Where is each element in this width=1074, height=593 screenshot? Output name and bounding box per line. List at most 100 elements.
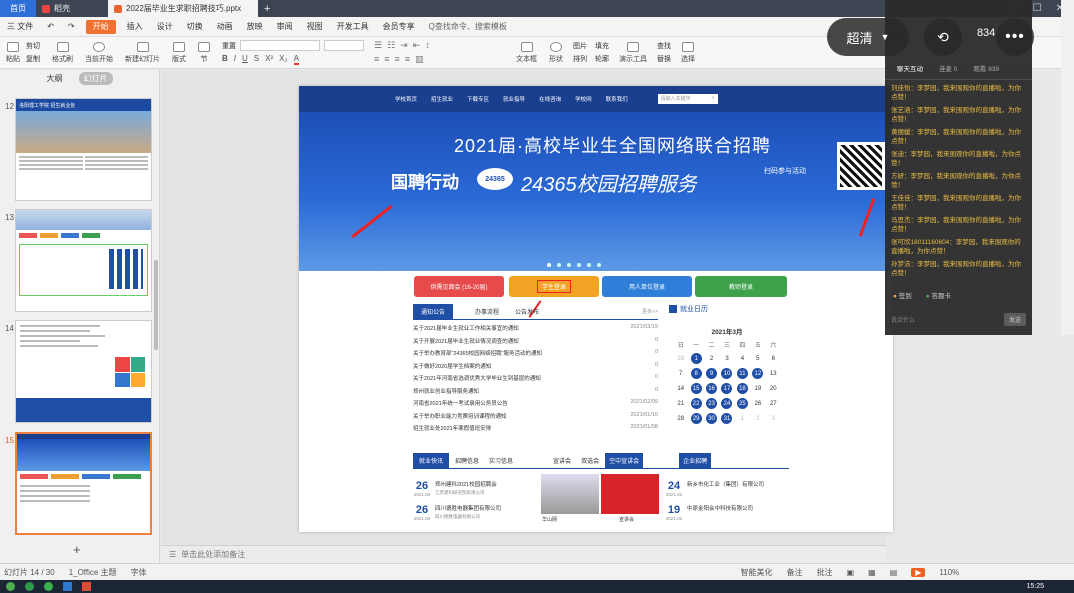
- notice-item[interactable]: 郑州就业创业指导服务通知 0: [413, 387, 658, 395]
- menu-insert[interactable]: 插入: [120, 17, 150, 37]
- calendar-day[interactable]: 11: [736, 368, 748, 379]
- site-search-box[interactable]: 请输入关键字 ⌕: [657, 94, 718, 104]
- calendar-day[interactable]: 27: [768, 398, 779, 409]
- align-left-icon[interactable]: ≡: [374, 54, 379, 65]
- fill-button[interactable]: 填充: [595, 41, 609, 51]
- wechat-icon[interactable]: [44, 582, 53, 591]
- tab-jobs[interactable]: 招聘信息: [451, 453, 483, 468]
- paste-button[interactable]: 粘贴: [0, 37, 26, 69]
- font-color-icon[interactable]: A: [293, 54, 299, 65]
- calendar-day[interactable]: 31: [721, 413, 733, 424]
- line-spacing-icon[interactable]: ↕: [425, 40, 430, 51]
- employer-login-button[interactable]: 用人单位登录: [602, 276, 692, 297]
- menu-animation[interactable]: 动画: [210, 17, 240, 37]
- format-painter-button[interactable]: 格式刷: [46, 37, 79, 69]
- calendar-day[interactable]: 2: [752, 413, 763, 424]
- add-slide-button[interactable]: +: [73, 542, 81, 557]
- menu-start[interactable]: 开始: [85, 19, 116, 34]
- reading-view-icon[interactable]: ▤: [890, 568, 898, 577]
- nav-item[interactable]: 在线咨询: [539, 95, 561, 103]
- news-item[interactable]: 26 2021.03 郑州建科2021校园招聘会 江苏建科研究院有限公司: [413, 480, 497, 497]
- calendar-day[interactable]: 12: [752, 368, 764, 379]
- send-button[interactable]: 发送: [1003, 312, 1026, 326]
- calendar-day[interactable]: 3: [768, 413, 779, 424]
- shape-button[interactable]: 形状: [543, 37, 569, 69]
- redo-icon[interactable]: ↷: [61, 17, 82, 37]
- calendar-day[interactable]: 17: [721, 383, 733, 394]
- nav-item[interactable]: 学校首页: [395, 95, 417, 103]
- carousel-dots[interactable]: [547, 263, 601, 267]
- calendar-day[interactable]: 5: [752, 353, 763, 364]
- font-family-select[interactable]: [240, 40, 320, 51]
- nav-item[interactable]: 就业指导: [503, 95, 525, 103]
- calendar-day[interactable]: 14: [675, 383, 686, 394]
- calendar-day[interactable]: 3: [721, 353, 732, 364]
- rotate-button[interactable]: ⟲: [924, 18, 962, 56]
- tab-home[interactable]: 首页: [0, 0, 36, 17]
- slide-thumbnail-13[interactable]: [15, 209, 152, 312]
- panel-scrollbar[interactable]: [154, 260, 158, 350]
- normal-view-icon[interactable]: ▣: [847, 568, 855, 577]
- menu-view[interactable]: 视图: [300, 17, 330, 37]
- tab-notice[interactable]: 通知公告: [413, 304, 454, 319]
- nav-item[interactable]: 招生就业: [431, 95, 453, 103]
- tab-internship[interactable]: 实习信息: [485, 453, 517, 468]
- chat-scrollbar[interactable]: [1061, 0, 1074, 335]
- command-search[interactable]: Q查找命令、搜索模板: [422, 17, 514, 37]
- tab-mic[interactable]: 连麦 0: [939, 63, 957, 73]
- nav-item[interactable]: 学校网: [575, 95, 592, 103]
- company-item[interactable]: 24 2021.03 新乡市化工业（集团）有限公司: [665, 480, 764, 497]
- superscript-icon[interactable]: X²: [265, 54, 273, 65]
- calendar-day[interactable]: 1: [690, 353, 702, 364]
- wps-icon[interactable]: [82, 582, 91, 591]
- tab-fair[interactable]: 双选会: [577, 453, 603, 468]
- more-options-button[interactable]: •••: [996, 18, 1034, 56]
- menu-transition[interactable]: 切换: [180, 17, 210, 37]
- sign-in-button[interactable]: ● 签到: [893, 290, 912, 300]
- tab-process[interactable]: 办事流程: [467, 304, 507, 319]
- sorter-view-icon[interactable]: ▦: [868, 568, 876, 577]
- app-icon[interactable]: [63, 582, 72, 591]
- notice-item[interactable]: 关于举办教育部“24365校园网络招聘”服务活动的通知 0: [413, 349, 658, 357]
- calendar-day[interactable]: 28: [675, 413, 686, 424]
- slide-thumbnail-14[interactable]: [15, 320, 152, 423]
- comments-toggle-button[interactable]: 批注: [817, 567, 833, 578]
- bullets-icon[interactable]: ☰: [374, 40, 382, 51]
- calendar-day[interactable]: 4: [737, 353, 748, 364]
- columns-icon[interactable]: ▥: [415, 54, 424, 65]
- chat-input[interactable]: 说点什么: [891, 315, 915, 324]
- presentation-tools-button[interactable]: 演示工具: [613, 37, 653, 69]
- find-button[interactable]: 查找: [657, 41, 671, 51]
- calendar-day[interactable]: 24: [721, 398, 733, 409]
- company-item[interactable]: 19 2021.03 中原金阳会中科技有限公司: [665, 504, 753, 521]
- align-right-icon[interactable]: ≡: [395, 54, 400, 65]
- tab-talks[interactable]: 宣讲会: [549, 453, 575, 468]
- tab-announce[interactable]: 公告发布: [507, 304, 547, 319]
- calendar-day[interactable]: 1: [737, 413, 748, 424]
- select-button[interactable]: 选择: [675, 37, 701, 69]
- calendar-day[interactable]: 26: [752, 398, 763, 409]
- strikethrough-icon[interactable]: S: [254, 54, 259, 65]
- more-link[interactable]: 更多>>: [642, 308, 658, 315]
- quality-selector[interactable]: 超清 ▼: [827, 18, 909, 56]
- calendar-day[interactable]: 23: [706, 398, 718, 409]
- calendar-day[interactable]: 20: [768, 383, 779, 394]
- menu-file[interactable]: 三 文件: [0, 17, 40, 37]
- job-fair-button[interactable]: 供需见面会 (16-20届): [414, 276, 504, 297]
- calendar-day[interactable]: 6: [768, 353, 779, 364]
- notice-item[interactable]: 招生就业处2021年寒假值班安排 2021/01/08: [413, 424, 658, 432]
- menu-slideshow[interactable]: 放映: [240, 17, 270, 37]
- tab-outline[interactable]: 大纲: [47, 73, 63, 84]
- notice-item[interactable]: 关于开展2021届毕业生就业情况调查的通知 0: [413, 337, 658, 345]
- italic-icon[interactable]: I: [234, 54, 236, 65]
- answer-card-button[interactable]: ● 答题卡: [926, 290, 951, 300]
- indent-icon[interactable]: ⇥: [400, 40, 408, 51]
- zoom-level[interactable]: 110%: [939, 568, 959, 577]
- new-tab-button[interactable]: +: [258, 0, 276, 17]
- align-center-icon[interactable]: ≡: [384, 54, 389, 65]
- tab-chat[interactable]: 聊天互动: [897, 63, 923, 73]
- numbering-icon[interactable]: ☷: [387, 40, 395, 51]
- tab-document[interactable]: 2022届毕业生求职招聘技巧.pptx: [108, 0, 258, 17]
- replace-button[interactable]: 替换: [657, 54, 671, 64]
- arrange-button[interactable]: 排列: [573, 54, 587, 64]
